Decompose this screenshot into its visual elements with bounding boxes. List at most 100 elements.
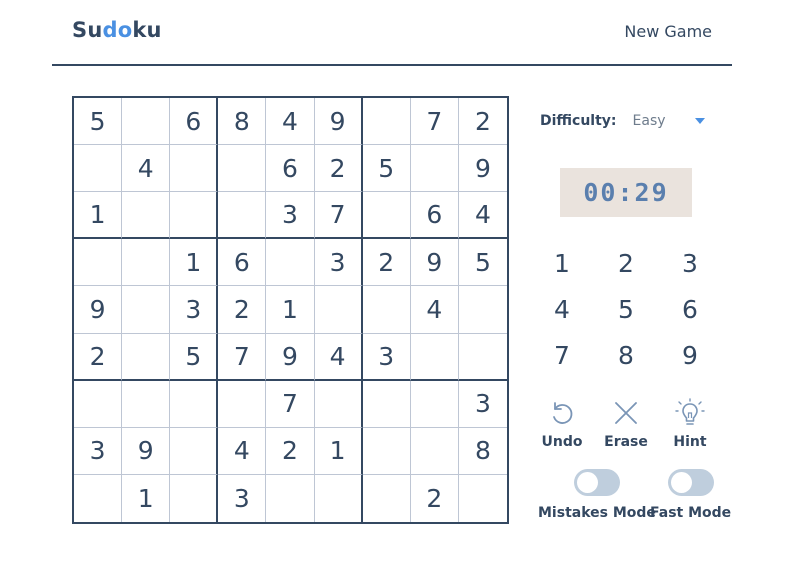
board-cell[interactable]: 4 <box>410 286 459 334</box>
board-cell[interactable] <box>218 192 267 240</box>
board-cell[interactable]: 3 <box>266 192 315 240</box>
board-cell[interactable] <box>170 380 219 428</box>
board-cell[interactable]: 2 <box>314 145 363 193</box>
board-cell[interactable]: 3 <box>314 239 363 287</box>
number-key[interactable]: 4 <box>530 286 594 332</box>
mistakes-mode-switch[interactable] <box>573 469 620 496</box>
number-key[interactable]: 2 <box>594 240 658 286</box>
board-cell[interactable] <box>266 474 315 522</box>
board-cell[interactable]: 4 <box>458 192 507 240</box>
board-cell[interactable] <box>362 286 411 334</box>
board-cell[interactable]: 3 <box>362 333 411 381</box>
board-cell[interactable] <box>362 192 411 240</box>
board-cell[interactable] <box>314 286 363 334</box>
board-cell[interactable] <box>362 380 411 428</box>
board-cell[interactable] <box>410 427 459 475</box>
board-cell[interactable]: 1 <box>314 427 363 475</box>
board-cell[interactable] <box>170 427 219 475</box>
board-cell[interactable]: 4 <box>218 427 267 475</box>
number-key[interactable]: 8 <box>594 332 658 378</box>
board-cell[interactable] <box>170 192 219 240</box>
board-cell[interactable]: 9 <box>458 145 507 193</box>
board-cell[interactable]: 6 <box>410 192 459 240</box>
board-cell[interactable] <box>122 333 171 381</box>
board-cell[interactable]: 2 <box>458 98 507 146</box>
board-cell[interactable]: 4 <box>122 145 171 193</box>
board-cell[interactable] <box>122 380 171 428</box>
board-cell[interactable]: 6 <box>170 98 219 146</box>
hint-button[interactable]: Hint <box>658 398 722 450</box>
board-cell[interactable]: 1 <box>266 286 315 334</box>
board-cell[interactable] <box>122 192 171 240</box>
number-key[interactable]: 9 <box>658 332 722 378</box>
board-cell[interactable]: 9 <box>314 98 363 146</box>
difficulty-dropdown[interactable]: Easy <box>633 113 705 129</box>
undo-button[interactable]: Undo <box>530 398 594 450</box>
board-cell[interactable] <box>74 239 123 287</box>
board-cell[interactable]: 2 <box>362 239 411 287</box>
board-cell[interactable] <box>314 380 363 428</box>
board-cell[interactable]: 9 <box>266 333 315 381</box>
board-cell[interactable] <box>362 427 411 475</box>
board-cell[interactable]: 2 <box>74 333 123 381</box>
number-key[interactable]: 6 <box>658 286 722 332</box>
board-cell[interactable] <box>266 239 315 287</box>
board-cell[interactable] <box>122 286 171 334</box>
board-cell[interactable]: 9 <box>74 286 123 334</box>
board-cell[interactable]: 2 <box>218 286 267 334</box>
board-cell[interactable] <box>74 474 123 522</box>
erase-button[interactable]: Erase <box>594 398 658 450</box>
board-cell[interactable]: 4 <box>314 333 363 381</box>
board-cell[interactable] <box>410 145 459 193</box>
board-cell[interactable]: 6 <box>218 239 267 287</box>
board-cell[interactable]: 7 <box>410 98 459 146</box>
board-cell[interactable]: 3 <box>74 427 123 475</box>
mistakes-mode-toggle[interactable]: Mistakes Mode <box>538 469 656 521</box>
number-key[interactable]: 1 <box>530 240 594 286</box>
fast-mode-toggle[interactable]: Fast Mode <box>650 469 731 521</box>
number-key[interactable]: 5 <box>594 286 658 332</box>
board-cell[interactable]: 5 <box>458 239 507 287</box>
board-cell[interactable]: 2 <box>266 427 315 475</box>
board-cell[interactable] <box>74 145 123 193</box>
board-cell[interactable] <box>122 239 171 287</box>
board-cell[interactable] <box>74 380 123 428</box>
board-cell[interactable]: 3 <box>218 474 267 522</box>
board-cell[interactable]: 1 <box>74 192 123 240</box>
logo[interactable]: Sudoku <box>72 18 162 42</box>
board-cell[interactable]: 6 <box>266 145 315 193</box>
board-cell[interactable] <box>458 286 507 334</box>
board-cell[interactable] <box>362 98 411 146</box>
board-cell[interactable] <box>218 145 267 193</box>
board-cell[interactable]: 3 <box>458 381 507 428</box>
board-cell[interactable]: 1 <box>170 239 219 287</box>
board-cell[interactable] <box>459 475 507 522</box>
number-key[interactable]: 7 <box>530 332 594 378</box>
new-game-button[interactable]: New Game <box>624 22 712 41</box>
board-cell[interactable] <box>410 380 459 428</box>
board-cell[interactable] <box>458 334 507 381</box>
board-cell[interactable] <box>170 145 219 193</box>
board-cell[interactable] <box>363 474 411 522</box>
board-cell[interactable]: 9 <box>410 239 459 287</box>
board-cell[interactable] <box>122 98 171 146</box>
board-cell[interactable]: 1 <box>122 474 171 522</box>
board-cell[interactable]: 5 <box>170 333 219 381</box>
board-cell[interactable]: 7 <box>266 380 315 428</box>
board-cell[interactable] <box>315 474 363 522</box>
board-cell[interactable]: 9 <box>122 427 171 475</box>
board-cell[interactable]: 5 <box>362 145 411 193</box>
board-cell[interactable]: 4 <box>266 98 315 146</box>
board-cell[interactable]: 8 <box>458 428 507 475</box>
board-cell[interactable] <box>410 333 459 381</box>
board-cell[interactable] <box>218 380 267 428</box>
board-cell[interactable]: 3 <box>170 286 219 334</box>
board-cell[interactable] <box>170 474 219 522</box>
board-cell[interactable]: 2 <box>411 474 459 522</box>
board-cell[interactable]: 7 <box>218 333 267 381</box>
board-cell[interactable]: 8 <box>218 98 267 146</box>
fast-mode-switch[interactable] <box>667 469 714 496</box>
board-cell[interactable]: 7 <box>314 192 363 240</box>
number-key[interactable]: 3 <box>658 240 722 286</box>
board-cell[interactable]: 5 <box>74 98 123 146</box>
